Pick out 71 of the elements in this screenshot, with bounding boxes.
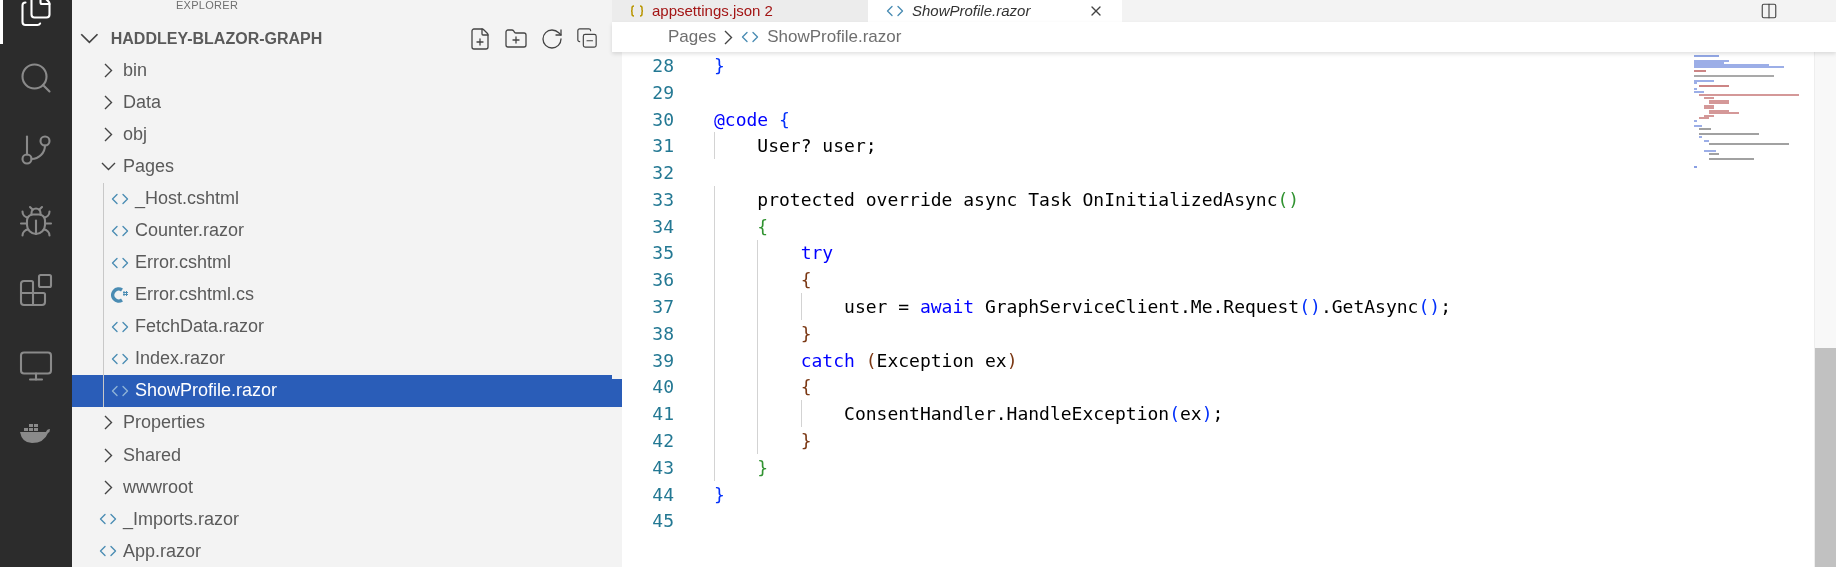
breadcrumb-item[interactable]: Pages: [668, 24, 717, 50]
line-number: 37: [651, 295, 674, 320]
chevron-right-icon: [724, 29, 734, 45]
code-line: {: [799, 375, 812, 400]
line-number: 32: [651, 161, 674, 186]
line-number: 36: [651, 268, 674, 293]
line-number: 31: [651, 134, 674, 159]
line-number: 40: [651, 375, 674, 400]
code-line: catch (Exception ex): [799, 348, 1018, 373]
search-icon[interactable]: [18, 60, 54, 96]
line-number: 41: [651, 402, 674, 427]
csharp-file-icon: [111, 285, 129, 304]
tree-item[interactable]: App.razor: [72, 535, 612, 567]
code-line: ConsentHandler.HandleException(ex);: [843, 402, 1224, 427]
tree-item[interactable]: Counter.razor: [72, 214, 612, 247]
code-line: }: [799, 321, 812, 346]
code-line: }: [714, 53, 725, 78]
panel-title: EXPLORER: [176, 0, 239, 11]
new-folder-icon[interactable]: [504, 26, 528, 51]
split-editor-icon[interactable]: [1760, 2, 1778, 20]
scrollbar-thumb[interactable]: [1815, 348, 1836, 567]
refresh-icon[interactable]: [540, 26, 564, 51]
tree-item[interactable]: wwwroot: [72, 471, 612, 504]
line-number: 34: [651, 214, 674, 239]
code-line: {: [799, 268, 812, 293]
tree-item[interactable]: Error.cshtml: [72, 246, 612, 279]
line-number: 30: [651, 107, 674, 132]
root-folder-header[interactable]: HADDLEY-BLAZOR-GRAPH: [72, 23, 612, 55]
files-icon[interactable]: [18, 0, 54, 28]
change-marker: [612, 379, 622, 407]
tree-item[interactable]: ShowProfile.razor: [72, 374, 612, 407]
code-line: @code {: [714, 107, 790, 132]
editor-tab[interactable]: appsettings.json 2: [612, 0, 868, 22]
extensions-icon[interactable]: [18, 272, 54, 308]
monitor-icon[interactable]: [18, 348, 54, 384]
tree-item[interactable]: Error.cshtml.cs: [72, 278, 612, 311]
bug-icon[interactable]: [18, 204, 54, 240]
tree-item[interactable]: _Host.cshtml: [72, 182, 612, 215]
new-file-icon[interactable]: [468, 26, 492, 51]
line-number: 33: [651, 187, 674, 212]
tree-item[interactable]: FetchData.razor: [72, 310, 612, 343]
tree-item[interactable]: Index.razor: [72, 342, 612, 375]
line-number: 28: [651, 53, 674, 78]
code-line: }: [799, 429, 812, 454]
breadcrumb-item[interactable]: ShowProfile.razor: [767, 24, 902, 50]
line-number: 38: [651, 321, 674, 346]
line-number: 44: [651, 482, 674, 507]
code-line: }: [756, 455, 769, 480]
code-line: user = await GraphServiceClient.Me.Request().GetAsync();: [843, 295, 1451, 320]
tree-item[interactable]: Properties: [72, 407, 612, 439]
code-line: }: [714, 482, 725, 507]
tree-item[interactable]: Data: [72, 86, 612, 119]
whale-icon[interactable]: [20, 422, 52, 444]
tree-item[interactable]: obj: [72, 118, 612, 151]
code-line: try: [799, 241, 834, 266]
tree-item[interactable]: _Imports.razor: [72, 503, 612, 536]
tree-item[interactable]: Shared: [72, 439, 612, 471]
tree-item[interactable]: bin: [72, 54, 612, 87]
line-number: 39: [651, 348, 674, 373]
code-line: User? user;: [756, 134, 877, 159]
tree-item[interactable]: Pages: [72, 150, 612, 183]
collapse-icon[interactable]: [576, 26, 598, 49]
braces-icon: [630, 5, 644, 17]
code-line: protected override async Task OnInitializedAsync(): [756, 187, 1300, 212]
line-number: 45: [651, 509, 674, 534]
editor-tab[interactable]: ShowProfile.razor: [868, 0, 1122, 22]
line-number: 35: [651, 241, 674, 266]
line-number: 29: [651, 80, 674, 105]
code-line: {: [756, 214, 769, 239]
line-number: 43: [651, 455, 674, 480]
line-number: 42: [651, 429, 674, 454]
